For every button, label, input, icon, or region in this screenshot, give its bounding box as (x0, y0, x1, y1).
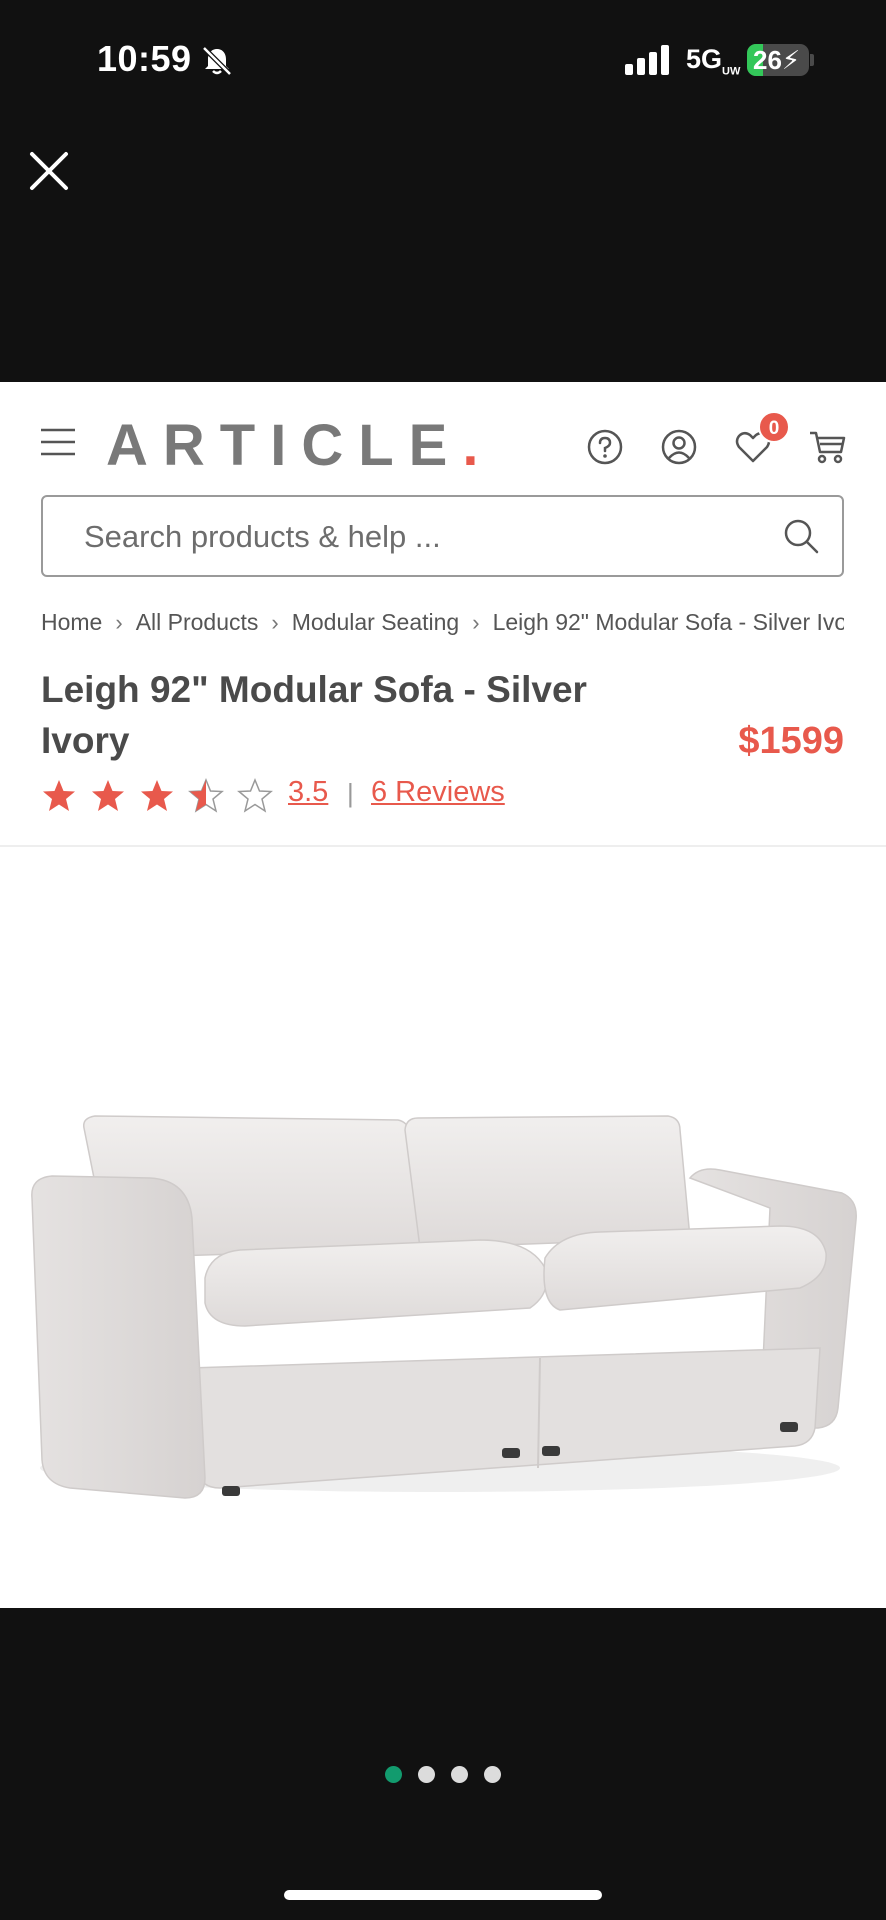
chevron-right-icon: › (115, 609, 123, 635)
logo-dot: . (462, 413, 479, 478)
breadcrumb-all-products[interactable]: All Products (136, 609, 259, 636)
battery-tip (810, 54, 814, 66)
gallery-pagination (0, 1766, 886, 1786)
chevron-right-icon: › (271, 609, 279, 635)
status-time: 10:59 (97, 38, 192, 79)
account-icon[interactable] (660, 428, 698, 466)
hamburger-menu-icon[interactable] (40, 428, 76, 456)
network-sub: UW (722, 65, 741, 78)
network-type: 5G (686, 44, 723, 74)
star-empty-icon (237, 778, 273, 813)
rating-value-link[interactable]: 3.5 (288, 776, 328, 809)
logo-text: ARTICLE (106, 413, 463, 478)
breadcrumb: Home › All Products › Modular Seating › Leigh … (41, 608, 844, 648)
gallery-dot-3[interactable] (451, 1766, 468, 1783)
close-icon[interactable] (26, 148, 72, 194)
battery-percent: 26 (753, 45, 782, 75)
article-logo[interactable]: ARTICLE. (106, 412, 478, 479)
breadcrumb-modular-seating[interactable]: Modular Seating (292, 609, 460, 636)
star-full-icon (92, 780, 124, 811)
product-title: Leigh 92" Modular Sofa - Silver Ivory (41, 669, 587, 761)
search-input[interactable]: Search products & help ... (41, 495, 844, 577)
divider (0, 845, 886, 847)
battery-level: 26⚡ (753, 45, 801, 75)
search-placeholder: Search products & help ... (84, 519, 441, 554)
wishlist-count-badge: 0 (758, 411, 790, 443)
product-image[interactable] (0, 848, 886, 1608)
star-full-icon (43, 780, 75, 811)
network-indicator: 5GUW (686, 44, 740, 77)
battery-indicator: 26⚡ (747, 44, 809, 76)
breadcrumb-current: Leigh 92" Modular Sofa - Silver Ivory (492, 609, 844, 636)
reviews-link[interactable]: 6 Reviews (371, 776, 505, 809)
bell-muted-icon (202, 46, 232, 76)
web-page: ARTICLE. 0 Search products & help ... Ho… (0, 382, 886, 1608)
search-icon[interactable] (782, 517, 820, 555)
star-half-icon (188, 778, 224, 813)
chevron-right-icon: › (472, 609, 480, 635)
home-indicator[interactable] (284, 1890, 602, 1900)
gallery-dot-2[interactable] (418, 1766, 435, 1783)
rating-separator: | (347, 778, 354, 808)
breadcrumb-home[interactable]: Home (41, 609, 102, 636)
star-full-icon (141, 780, 173, 811)
gallery-dot-4[interactable] (484, 1766, 501, 1783)
product-price: $1599 (738, 720, 844, 762)
gallery-dot-1[interactable] (385, 1766, 402, 1783)
cart-icon[interactable] (808, 428, 846, 466)
help-icon[interactable] (586, 428, 624, 466)
cellular-signal-icon (625, 45, 669, 75)
